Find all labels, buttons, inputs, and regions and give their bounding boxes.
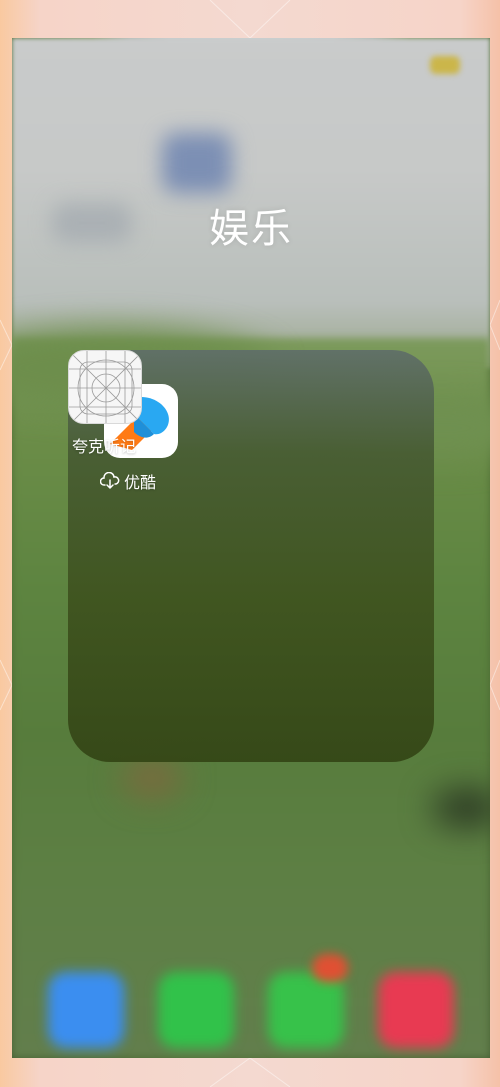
app-label-youku-text: 优酷: [124, 473, 157, 492]
messages-icon[interactable]: [268, 972, 344, 1048]
safari-icon[interactable]: [48, 972, 124, 1048]
folder-title[interactable]: 娱乐: [12, 196, 490, 254]
app-placeholder-icon[interactable]: [68, 350, 142, 424]
notification-badge: [312, 954, 348, 982]
status-indicator-icon: [430, 56, 460, 74]
icon-grid-template-icon: [69, 351, 141, 423]
phone-screen: 娱乐 夸克听记 优酷: [12, 38, 490, 1058]
phone-icon[interactable]: [158, 972, 234, 1048]
app-label-quark: 夸克听记: [72, 437, 137, 456]
wallpaper-shadow: [122, 758, 182, 798]
icloud-download-icon: [100, 472, 120, 489]
music-icon[interactable]: [378, 972, 454, 1048]
app-label-youku: 优酷: [100, 469, 156, 493]
dock: [12, 948, 490, 1058]
blurred-background-icon: [162, 133, 232, 193]
